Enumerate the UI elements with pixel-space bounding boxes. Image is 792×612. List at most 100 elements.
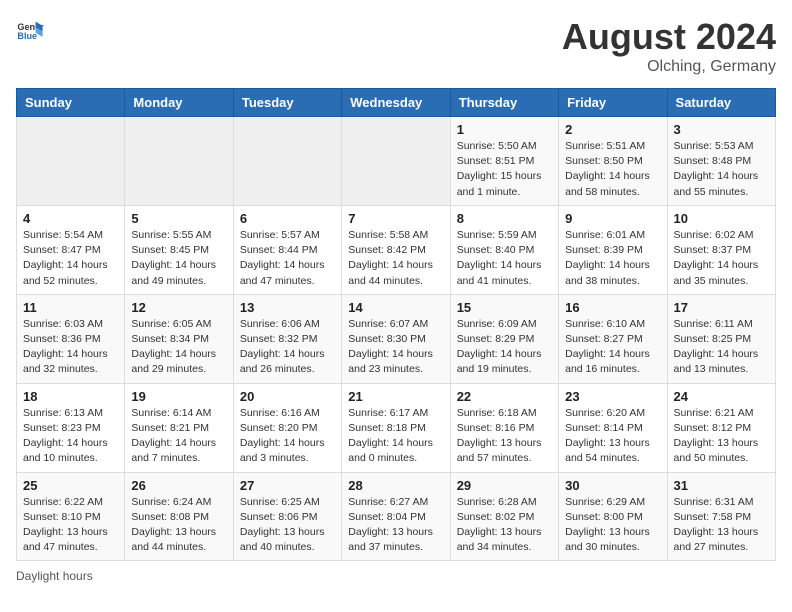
day-number: 14 (348, 300, 443, 315)
day-number: 15 (457, 300, 552, 315)
day-info: Sunrise: 5:55 AM Sunset: 8:45 PM Dayligh… (131, 228, 226, 289)
day-info: Sunrise: 6:16 AM Sunset: 8:20 PM Dayligh… (240, 406, 335, 467)
calendar-cell: 13Sunrise: 6:06 AM Sunset: 8:32 PM Dayli… (233, 294, 341, 383)
day-number: 22 (457, 389, 552, 404)
calendar-cell: 6 Sunrise: 5:57 AM Sunset: 8:44 PM Daylig… (233, 205, 341, 294)
day-number: 6 (240, 211, 335, 226)
logo-icon: General Blue (16, 16, 44, 44)
calendar-cell: 23 Sunrise: 6:20 AM Sunset: 8:14 PM Dayli… (559, 383, 667, 472)
day-number: 12 (131, 300, 226, 315)
day-number: 18 (23, 389, 118, 404)
calendar-cell: 16Sunrise: 6:10 AM Sunset: 8:27 PM Dayli… (559, 294, 667, 383)
calendar-week-5: 25 Sunrise: 6:22 AM Sunset: 8:10 PM Dayli… (17, 472, 776, 561)
day-number: 2 (565, 122, 660, 137)
calendar-header-thursday: Thursday (450, 89, 558, 117)
calendar-cell (233, 117, 341, 206)
day-info: Sunrise: 6:11 AM Sunset: 8:25 PM Dayligh… (674, 317, 769, 378)
title-block: August 2024 Olching, Germany (562, 16, 776, 76)
calendar-cell: 28 Sunrise: 6:27 AM Sunset: 8:04 PM Dayli… (342, 472, 450, 561)
calendar-header-row: SundayMondayTuesdayWednesdayThursdayFrid… (17, 89, 776, 117)
day-info: Sunrise: 5:50 AM Sunset: 8:51 PM Dayligh… (457, 139, 552, 200)
day-number: 25 (23, 478, 118, 493)
day-info: Sunrise: 6:09 AM Sunset: 8:29 PM Dayligh… (457, 317, 552, 378)
calendar-week-3: 11 Sunrise: 6:03 AM Sunset: 8:36 PM Dayli… (17, 294, 776, 383)
calendar-cell: 3 Sunrise: 5:53 AM Sunset: 8:48 PM Daylig… (667, 117, 775, 206)
calendar-cell: 19Sunrise: 6:14 AM Sunset: 8:21 PM Dayli… (125, 383, 233, 472)
day-info: Sunrise: 5:59 AM Sunset: 8:40 PM Dayligh… (457, 228, 552, 289)
day-number: 3 (674, 122, 769, 137)
day-number: 4 (23, 211, 118, 226)
day-number: 1 (457, 122, 552, 137)
day-info: Sunrise: 6:02 AM Sunset: 8:37 PM Dayligh… (674, 228, 769, 289)
calendar-header-wednesday: Wednesday (342, 89, 450, 117)
calendar-cell: 15 Sunrise: 6:09 AM Sunset: 8:29 PM Dayli… (450, 294, 558, 383)
day-info: Sunrise: 6:28 AM Sunset: 8:02 PM Dayligh… (457, 495, 552, 556)
day-info: Sunrise: 5:58 AM Sunset: 8:42 PM Dayligh… (348, 228, 443, 289)
day-info: Sunrise: 6:17 AM Sunset: 8:18 PM Dayligh… (348, 406, 443, 467)
day-info: Sunrise: 6:24 AM Sunset: 8:08 PM Dayligh… (131, 495, 226, 556)
day-info: Sunrise: 6:29 AM Sunset: 8:00 PM Dayligh… (565, 495, 660, 556)
day-number: 27 (240, 478, 335, 493)
month-year: August 2024 (562, 16, 776, 58)
calendar-cell: 30 Sunrise: 6:29 AM Sunset: 8:00 PM Dayli… (559, 472, 667, 561)
calendar-cell: 8Sunrise: 5:59 AM Sunset: 8:40 PM Daylig… (450, 205, 558, 294)
calendar-cell (342, 117, 450, 206)
day-info: Sunrise: 6:10 AM Sunset: 8:27 PM Dayligh… (565, 317, 660, 378)
day-info: Sunrise: 6:01 AM Sunset: 8:39 PM Dayligh… (565, 228, 660, 289)
day-number: 28 (348, 478, 443, 493)
calendar-cell: 18 Sunrise: 6:13 AM Sunset: 8:23 PM Dayli… (17, 383, 125, 472)
calendar-cell: 17Sunrise: 6:11 AM Sunset: 8:25 PM Dayli… (667, 294, 775, 383)
day-number: 9 (565, 211, 660, 226)
calendar-cell: 26 Sunrise: 6:24 AM Sunset: 8:08 PM Dayli… (125, 472, 233, 561)
calendar-cell: 22 Sunrise: 6:18 AM Sunset: 8:16 PM Dayli… (450, 383, 558, 472)
day-number: 26 (131, 478, 226, 493)
day-number: 21 (348, 389, 443, 404)
day-number: 29 (457, 478, 552, 493)
calendar-cell: 31Sunrise: 6:31 AM Sunset: 7:58 PM Dayli… (667, 472, 775, 561)
calendar-week-1: 1 Sunrise: 5:50 AM Sunset: 8:51 PM Daylig… (17, 117, 776, 206)
logo: General Blue (16, 16, 44, 44)
calendar-cell: 25 Sunrise: 6:22 AM Sunset: 8:10 PM Dayli… (17, 472, 125, 561)
footer-note: Daylight hours (16, 569, 776, 583)
day-info: Sunrise: 6:25 AM Sunset: 8:06 PM Dayligh… (240, 495, 335, 556)
day-info: Sunrise: 6:07 AM Sunset: 8:30 PM Dayligh… (348, 317, 443, 378)
calendar-cell: 1 Sunrise: 5:50 AM Sunset: 8:51 PM Daylig… (450, 117, 558, 206)
day-info: Sunrise: 6:13 AM Sunset: 8:23 PM Dayligh… (23, 406, 118, 467)
day-number: 23 (565, 389, 660, 404)
day-info: Sunrise: 6:20 AM Sunset: 8:14 PM Dayligh… (565, 406, 660, 467)
calendar-cell: 7Sunrise: 5:58 AM Sunset: 8:42 PM Daylig… (342, 205, 450, 294)
calendar-header-tuesday: Tuesday (233, 89, 341, 117)
day-info: Sunrise: 5:54 AM Sunset: 8:47 PM Dayligh… (23, 228, 118, 289)
calendar-cell: 4 Sunrise: 5:54 AM Sunset: 8:47 PM Daylig… (17, 205, 125, 294)
day-info: Sunrise: 6:14 AM Sunset: 8:21 PM Dayligh… (131, 406, 226, 467)
day-info: Sunrise: 6:31 AM Sunset: 7:58 PM Dayligh… (674, 495, 769, 556)
calendar-header-monday: Monday (125, 89, 233, 117)
calendar-cell: 14 Sunrise: 6:07 AM Sunset: 8:30 PM Dayli… (342, 294, 450, 383)
day-info: Sunrise: 5:57 AM Sunset: 8:44 PM Dayligh… (240, 228, 335, 289)
calendar-cell: 21 Sunrise: 6:17 AM Sunset: 8:18 PM Dayli… (342, 383, 450, 472)
day-info: Sunrise: 6:03 AM Sunset: 8:36 PM Dayligh… (23, 317, 118, 378)
day-number: 30 (565, 478, 660, 493)
calendar-header-saturday: Saturday (667, 89, 775, 117)
calendar-header-sunday: Sunday (17, 89, 125, 117)
day-info: Sunrise: 6:05 AM Sunset: 8:34 PM Dayligh… (131, 317, 226, 378)
calendar-cell (17, 117, 125, 206)
day-info: Sunrise: 5:53 AM Sunset: 8:48 PM Dayligh… (674, 139, 769, 200)
calendar-cell: 10 Sunrise: 6:02 AM Sunset: 8:37 PM Dayli… (667, 205, 775, 294)
calendar-header-friday: Friday (559, 89, 667, 117)
calendar-cell: 24Sunrise: 6:21 AM Sunset: 8:12 PM Dayli… (667, 383, 775, 472)
calendar-table: SundayMondayTuesdayWednesdayThursdayFrid… (16, 88, 776, 561)
calendar-cell: 9 Sunrise: 6:01 AM Sunset: 8:39 PM Daylig… (559, 205, 667, 294)
day-number: 11 (23, 300, 118, 315)
day-info: Sunrise: 6:22 AM Sunset: 8:10 PM Dayligh… (23, 495, 118, 556)
calendar-week-4: 18 Sunrise: 6:13 AM Sunset: 8:23 PM Dayli… (17, 383, 776, 472)
calendar-cell: 27 Sunrise: 6:25 AM Sunset: 8:06 PM Dayli… (233, 472, 341, 561)
day-number: 5 (131, 211, 226, 226)
day-info: Sunrise: 6:18 AM Sunset: 8:16 PM Dayligh… (457, 406, 552, 467)
day-info: Sunrise: 6:27 AM Sunset: 8:04 PM Dayligh… (348, 495, 443, 556)
calendar-week-2: 4 Sunrise: 5:54 AM Sunset: 8:47 PM Daylig… (17, 205, 776, 294)
location: Olching, Germany (562, 58, 776, 76)
day-number: 10 (674, 211, 769, 226)
svg-text:Blue: Blue (17, 31, 37, 41)
day-info: Sunrise: 6:21 AM Sunset: 8:12 PM Dayligh… (674, 406, 769, 467)
